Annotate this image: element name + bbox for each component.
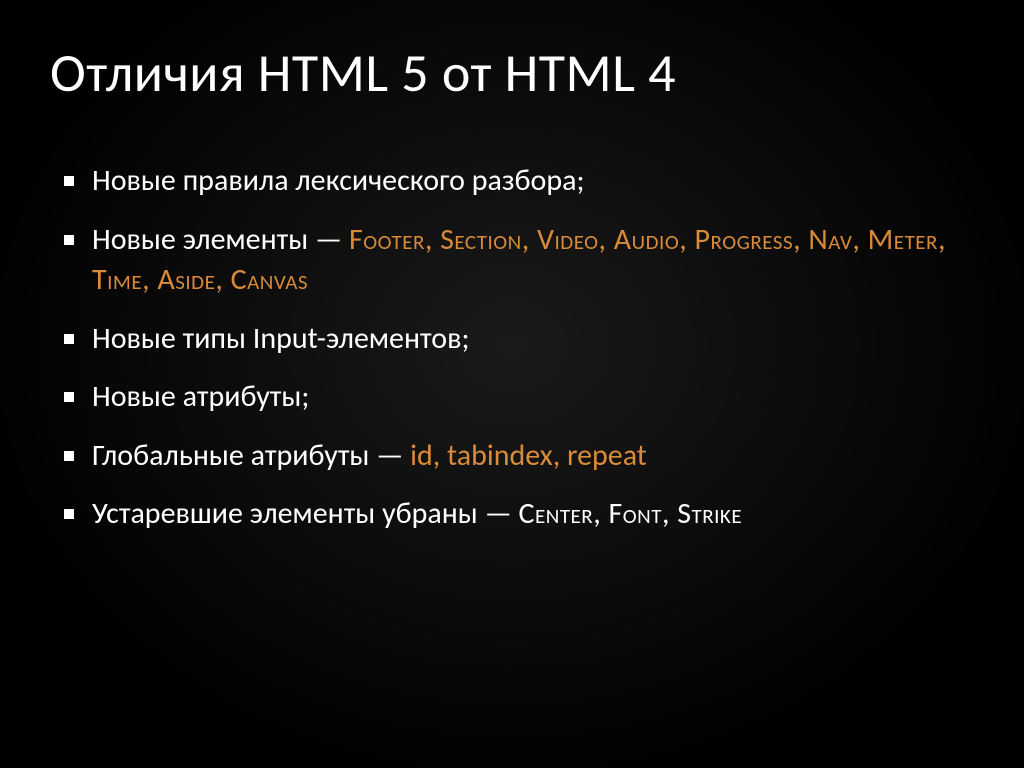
bullet-prefix: Устаревшие элементы убраны — bbox=[92, 495, 519, 532]
list-item: Новые типы Input-элементов; bbox=[60, 319, 974, 360]
bullet-suffix: Center, Font, Strike bbox=[519, 495, 743, 532]
list-item: Глобальные атрибуты — id, tabindex, repe… bbox=[60, 436, 974, 477]
bullet-text: Новые атрибуты; bbox=[92, 378, 309, 415]
slide: Отличия HTML 5 от HTML 4 Новые правила л… bbox=[0, 0, 1024, 768]
list-item: Новые правила лексического разбора; bbox=[60, 161, 974, 202]
list-item: Новые элементы — Footer, Section, Video,… bbox=[60, 220, 974, 301]
list-item: Устаревшие элементы убраны — Center, Fon… bbox=[60, 494, 974, 535]
bullet-text: Новые типы Input-элементов; bbox=[92, 320, 469, 357]
bullet-prefix: Глобальные атрибуты — bbox=[92, 437, 410, 474]
slide-title: Отличия HTML 5 от HTML 4 bbox=[50, 40, 974, 106]
bullet-highlight: id, tabindex, repeat bbox=[410, 437, 647, 474]
bullet-text: Новые правила лексического разбора; bbox=[92, 162, 585, 199]
bullet-list: Новые правила лексического разбора; Новы… bbox=[50, 161, 974, 535]
bullet-prefix: Новые элементы — bbox=[92, 221, 349, 258]
list-item: Новые атрибуты; bbox=[60, 377, 974, 418]
